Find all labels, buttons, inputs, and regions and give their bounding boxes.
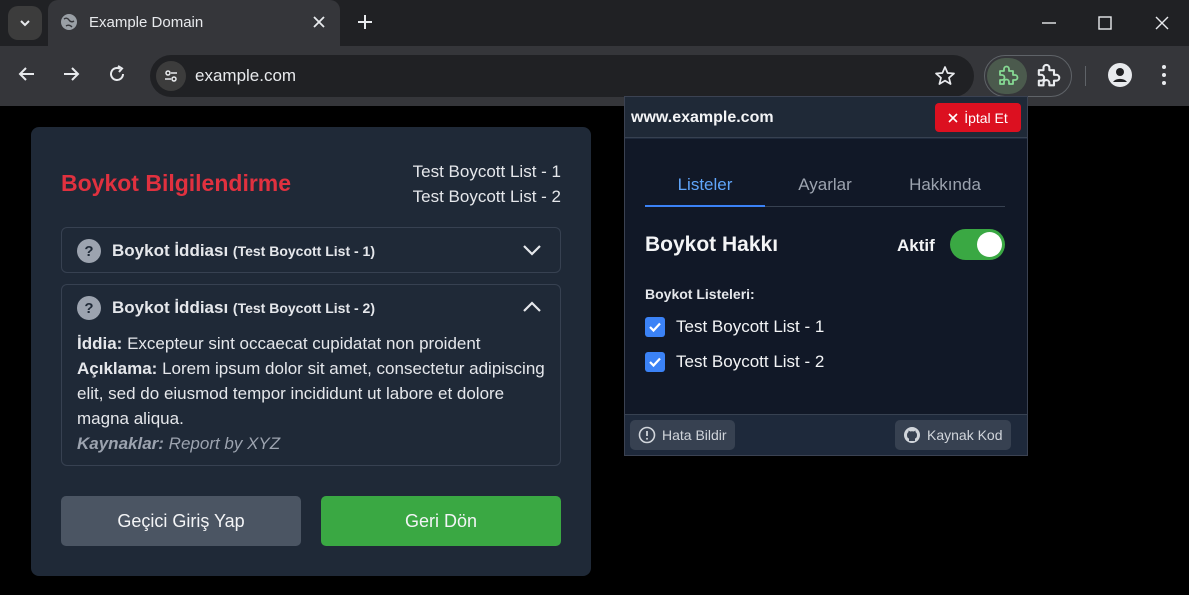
checkbox[interactable] [645, 352, 665, 372]
checkbox[interactable] [645, 317, 665, 337]
close-icon [948, 112, 958, 123]
extension-popup: www.example.com İptal Et Listeler Ayarla… [624, 96, 1028, 456]
alert-circle-icon [638, 426, 656, 444]
chevron-down-icon[interactable] [522, 242, 542, 258]
claim-accordion-1[interactable]: ? Boykot İddiası (Test Boycott List - 1) [61, 227, 561, 273]
section-title: Boykot Hakkı [645, 233, 779, 256]
list-label: Test Boycott List - 2 [676, 352, 825, 371]
tab-settings[interactable]: Ayarlar [765, 175, 885, 195]
globe-icon [61, 14, 77, 30]
report-bug-button[interactable]: Hata Bildir [630, 420, 735, 450]
card-title: Boykot Bilgilendirme [61, 170, 292, 196]
github-icon [904, 427, 920, 443]
extensions-menu-icon[interactable] [1033, 62, 1061, 90]
temporary-login-button[interactable]: Geçici Giriş Yap [61, 496, 301, 546]
tab-about[interactable]: Hakkında [885, 175, 1005, 195]
question-icon: ? [77, 239, 101, 263]
extensions-area [984, 55, 1072, 97]
toolbar-divider [1085, 66, 1086, 86]
source-code-button[interactable]: Kaynak Kod [895, 420, 1011, 450]
question-icon: ? [77, 296, 101, 320]
new-tab-icon[interactable] [354, 11, 376, 33]
minimize-icon[interactable] [1040, 14, 1058, 32]
tune-icon [165, 70, 177, 82]
list-checkbox-row[interactable]: Test Boycott List - 2 [645, 352, 824, 372]
more-menu-icon[interactable] [1155, 62, 1173, 88]
check-icon [649, 357, 661, 368]
cancel-button[interactable]: İptal Et [935, 103, 1021, 132]
boycott-info-card: Boykot Bilgilendirme Test Boycott List -… [31, 127, 591, 576]
accordion-body: İddia: Excepteur sint occaecat cupidatat… [77, 331, 547, 456]
popup-header: www.example.com İptal Et [625, 97, 1027, 138]
card-list-name: Test Boycott List - 1 [412, 162, 561, 181]
site-info-button[interactable] [156, 61, 186, 91]
bookmark-star-icon[interactable] [934, 65, 956, 87]
claim-accordion-2[interactable]: ? Boykot İddiası (Test Boycott List - 2)… [61, 284, 561, 466]
accordion-title: Boykot İddiası (Test Boycott List - 2) [112, 298, 375, 317]
url-text: example.com [195, 66, 297, 85]
accordion-title: Boykot İddiası (Test Boycott List - 1) [112, 241, 375, 260]
source-link[interactable]: Report by XYZ [169, 434, 281, 453]
list-label: Test Boycott List - 1 [676, 317, 825, 336]
toggle-knob [977, 232, 1002, 257]
check-icon [649, 322, 661, 333]
maximize-icon[interactable] [1096, 14, 1114, 32]
card-list-name: Test Boycott List - 2 [412, 187, 561, 206]
active-tab-indicator [645, 205, 765, 207]
boycott-extension-button[interactable] [987, 58, 1027, 94]
close-window-icon[interactable] [1153, 14, 1171, 32]
address-bar[interactable]: example.com [150, 55, 974, 97]
profile-icon[interactable] [1107, 62, 1133, 88]
popup-domain: www.example.com [631, 109, 774, 126]
description-line: Açıklama: Lorem ipsum dolor sit amet, co… [77, 359, 545, 428]
extension-puzzle-icon [999, 65, 1019, 85]
tab-search-button[interactable] [8, 6, 42, 40]
list-checkbox-row[interactable]: Test Boycott List - 1 [645, 317, 824, 337]
popup-footer: Hata Bildir Kaynak Kod [625, 414, 1027, 455]
tab-strip: Example Domain [0, 0, 1189, 46]
active-toggle[interactable] [950, 229, 1005, 260]
reload-icon[interactable] [107, 64, 127, 84]
browser-tab[interactable]: Example Domain [48, 0, 340, 46]
popup-body: Listeler Ayarlar Hakkında Boykot Hakkı A… [625, 139, 1027, 414]
claim-line: İddia: Excepteur sint occaecat cupidatat… [77, 334, 481, 353]
go-back-button[interactable]: Geri Dön [321, 496, 561, 546]
forward-icon[interactable] [61, 64, 81, 84]
chevron-up-icon[interactable] [522, 299, 542, 315]
tab-title: Example Domain [89, 14, 204, 31]
card-list-names: Test Boycott List - 1 Test Boycott List … [413, 159, 561, 209]
lists-label: Boykot Listeleri: [645, 286, 755, 302]
popup-tabs: Listeler Ayarlar Hakkında [645, 161, 1005, 207]
sources-line: Kaynaklar: Report by XYZ [77, 434, 281, 453]
close-tab-icon[interactable] [310, 13, 328, 31]
back-icon[interactable] [17, 64, 37, 84]
chevron-down-icon [20, 20, 30, 27]
toggle-label: Aktif [897, 236, 935, 255]
tab-lists[interactable]: Listeler [645, 175, 765, 195]
